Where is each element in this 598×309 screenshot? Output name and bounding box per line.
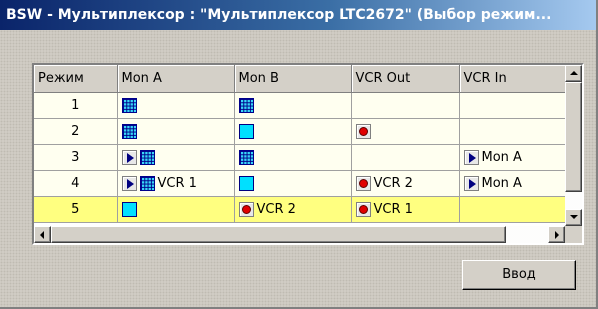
cell-content: VCR 1 <box>355 201 459 217</box>
cell-text: VCR 2 <box>373 175 413 191</box>
record-icon <box>238 201 254 217</box>
cell-content <box>238 97 351 113</box>
table-row[interactable]: 1 <box>34 92 566 119</box>
arrow-left-icon <box>40 231 44 239</box>
vcr-out-cell[interactable] <box>351 92 460 119</box>
mon-a-cell[interactable] <box>117 92 235 119</box>
mode-cell[interactable]: 2 <box>34 118 118 145</box>
scroll-left-button[interactable] <box>34 226 51 243</box>
cell-content <box>121 97 234 113</box>
cell-text: Mon A <box>481 149 522 165</box>
mode-cell[interactable]: 1 <box>34 92 118 119</box>
scroll-up-button[interactable] <box>565 65 582 82</box>
cell-content <box>238 123 351 139</box>
enter-button[interactable]: Ввод <box>462 260 576 290</box>
vcr-in-cell[interactable]: Mon A <box>459 170 566 197</box>
mode-grid: Режим Mon A Mon B VCR Out VCR In 1 2 3 Mon … <box>32 63 584 245</box>
horizontal-scrollbar[interactable] <box>34 226 565 243</box>
table-row[interactable]: 3 Mon A <box>34 144 566 171</box>
grid-icon <box>139 175 155 191</box>
grid-icon <box>121 97 137 113</box>
mon-b-cell[interactable] <box>234 118 352 145</box>
mon-b-cell[interactable] <box>234 170 352 197</box>
column-header-mode[interactable]: Режим <box>34 65 118 93</box>
scroll-right-button[interactable] <box>548 226 565 243</box>
mon-a-cell[interactable] <box>117 118 235 145</box>
cell-content <box>355 123 459 139</box>
grid-icon <box>139 149 155 165</box>
mon-a-cell[interactable] <box>117 196 235 223</box>
mode-cell[interactable]: 3 <box>34 144 118 171</box>
column-header-mon-b[interactable]: Mon B <box>234 65 352 93</box>
play-icon <box>463 149 479 165</box>
grid-icon <box>238 97 254 113</box>
column-header-vcr-out[interactable]: VCR Out <box>351 65 460 93</box>
arrow-down-icon <box>570 215 578 219</box>
grid-icon <box>121 123 137 139</box>
table-row[interactable]: 2 <box>34 118 566 145</box>
vcr-in-cell[interactable]: Mon A <box>459 144 566 171</box>
cell-content <box>121 149 234 165</box>
vcr-in-cell[interactable] <box>459 118 566 145</box>
cell-text: VCR 2 <box>256 201 296 217</box>
record-icon <box>355 201 371 217</box>
cell-content: Mon A <box>463 149 565 165</box>
grid-viewport: Режим Mon A Mon B VCR Out VCR In 1 2 3 Mon … <box>34 65 582 243</box>
mon-b-cell[interactable] <box>234 144 352 171</box>
mode-cell[interactable]: 4 <box>34 170 118 197</box>
vcr-in-cell[interactable] <box>459 196 566 223</box>
cell-content: Mon A <box>463 175 565 191</box>
mon-a-cell[interactable]: VCR 1 <box>117 170 235 197</box>
vcr-out-cell[interactable]: VCR 2 <box>351 170 460 197</box>
play-icon <box>121 149 137 165</box>
cell-content <box>238 175 351 191</box>
vcr-out-cell[interactable]: VCR 1 <box>351 196 460 223</box>
table-row[interactable]: 5 VCR 2 VCR 1 <box>34 196 566 223</box>
scrollbar-corner <box>565 226 582 243</box>
cell-text: Mon A <box>481 175 522 191</box>
horizontal-scroll-thumb[interactable] <box>51 226 506 243</box>
monitor-icon <box>121 201 137 217</box>
multiplexer-window: BSW - Мультиплексор : "Мультиплексор LTC… <box>0 0 598 309</box>
cell-content <box>238 149 351 165</box>
column-header-vcr-in[interactable]: VCR In <box>459 65 566 93</box>
arrow-right-icon <box>555 231 559 239</box>
table-row[interactable]: 4 VCR 1 VCR 2 Mon A <box>34 170 566 197</box>
vertical-scroll-thumb[interactable] <box>565 82 582 192</box>
record-icon <box>355 175 371 191</box>
mon-b-cell[interactable]: VCR 2 <box>234 196 352 223</box>
monitor-icon <box>238 123 254 139</box>
cell-content: VCR 2 <box>238 201 351 217</box>
play-icon <box>463 175 479 191</box>
vcr-out-cell[interactable] <box>351 118 460 145</box>
monitor-icon <box>238 175 254 191</box>
mode-table: Режим Mon A Mon B VCR Out VCR In 1 2 3 Mon … <box>34 65 566 223</box>
cell-text: VCR 1 <box>157 175 197 191</box>
play-icon <box>121 175 137 191</box>
window-title[interactable]: BSW - Мультиплексор : "Мультиплексор LTC… <box>0 0 596 30</box>
header-row: Режим Mon A Mon B VCR Out VCR In <box>34 65 566 93</box>
column-header-mon-a[interactable]: Mon A <box>117 65 235 93</box>
mode-cell[interactable]: 5 <box>34 196 118 223</box>
vertical-scrollbar[interactable] <box>565 65 582 226</box>
cell-content <box>121 123 234 139</box>
cell-content: VCR 2 <box>355 175 459 191</box>
cell-text: VCR 1 <box>373 201 413 217</box>
cell-content <box>121 201 234 217</box>
scroll-down-button[interactable] <box>565 209 582 226</box>
mon-b-cell[interactable] <box>234 92 352 119</box>
arrow-up-icon <box>570 71 578 75</box>
grid-icon <box>238 149 254 165</box>
mon-a-cell[interactable] <box>117 144 235 171</box>
record-icon <box>355 123 371 139</box>
vcr-in-cell[interactable] <box>459 92 566 119</box>
vcr-out-cell[interactable] <box>351 144 460 171</box>
cell-content: VCR 1 <box>121 175 234 191</box>
